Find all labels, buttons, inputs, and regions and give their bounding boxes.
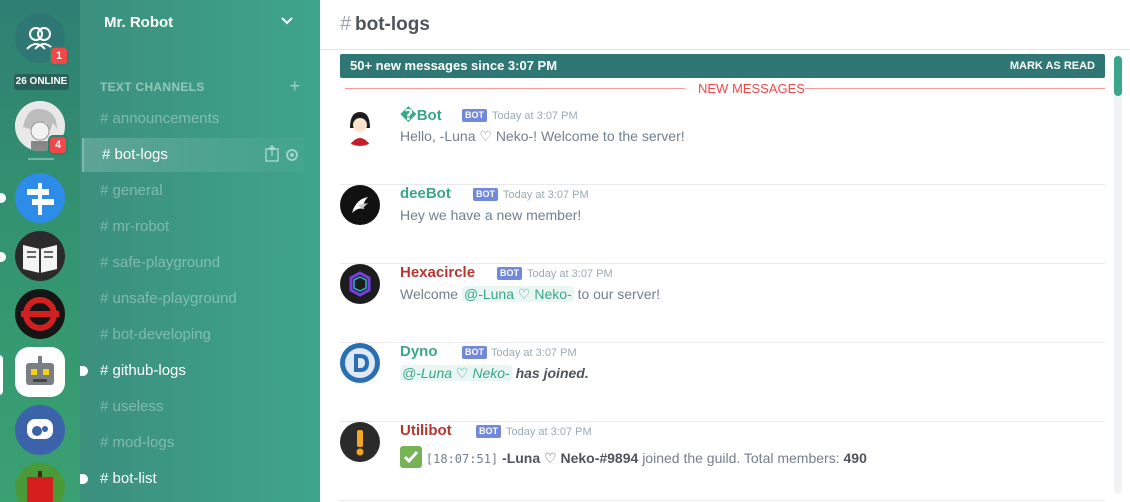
message-content: Hey we have a new member! <box>400 207 582 223</box>
avatar[interactable] <box>340 343 380 383</box>
channel-bot-developing[interactable]: # bot-developing <box>82 318 304 352</box>
mark-as-read-button[interactable]: MARK AS READ <box>1010 54 1095 78</box>
bot-tag: BOT <box>497 267 522 280</box>
bot-tag: BOT <box>462 346 487 359</box>
message-content: Welcome @-Luna ♡ Neko- to our server! <box>400 286 660 303</box>
chat-main: # bot-logs 50+ new messages since 3:07 P… <box>320 0 1130 502</box>
home-badge: 1 <box>51 48 67 64</box>
message: deeBot BOT Today at 3:07 PM Hey we have … <box>340 185 1105 264</box>
channel-label: # github-logs <box>100 362 186 379</box>
bot-tag: BOT <box>476 425 501 438</box>
channel-mod-logs[interactable]: # mod-logs <box>82 426 304 460</box>
discord-gear-server-icon[interactable] <box>15 405 65 455</box>
channel-header: # bot-logs <box>320 0 1130 50</box>
robot-server-icon[interactable] <box>15 347 65 397</box>
message-content: Hello, -Luna ♡ Neko-! Welcome to the ser… <box>400 128 685 144</box>
unread-pip <box>0 193 6 203</box>
message-timestamp: Today at 3:07 PM <box>492 110 578 122</box>
channel-bot-list[interactable]: # bot-list <box>80 462 304 496</box>
new-messages-divider: NEW MESSAGES <box>345 81 1105 96</box>
message-timestamp: Today at 3:07 PM <box>527 268 613 280</box>
apple-server-icon[interactable] <box>15 463 65 502</box>
message-timestamp: Today at 3:07 PM <box>491 347 577 359</box>
signpost-server-icon[interactable] <box>15 173 65 223</box>
log-time-code: [18:07:51] <box>425 452 499 466</box>
unread-indicator <box>80 474 88 484</box>
message: Utilibot BOT Today at 3:07 PM [18:07:51]… <box>340 422 1105 501</box>
online-count: 26 ONLINE <box>14 74 69 90</box>
check-mark-icon <box>400 446 422 471</box>
selected-server-pill <box>0 355 3 395</box>
message: Hexacircle BOT Today at 3:07 PM Welcome … <box>340 264 1105 343</box>
member-tag: -Luna ♡ Neko-#9894 <box>502 450 639 466</box>
message-timestamp: Today at 3:07 PM <box>503 189 589 201</box>
add-channel-button[interactable]: + <box>289 76 300 97</box>
avatar[interactable] <box>340 264 380 304</box>
channel-general[interactable]: # general <box>82 174 304 208</box>
message-author[interactable]: deeBot <box>400 185 451 202</box>
message-text: to our server! <box>577 286 661 302</box>
red-logo-server-icon[interactable] <box>15 289 65 339</box>
channel-sidebar: Mr. Robot TEXT CHANNELS + # announcement… <box>80 0 320 502</box>
new-messages-text: 50+ new messages since 3:07 PM <box>350 58 558 73</box>
channel-title: bot-logs <box>355 14 430 35</box>
user-mention[interactable]: @-Luna ♡ Neko- <box>461 286 574 302</box>
user-mention[interactable]: @-Luna ♡ Neko- <box>400 365 512 381</box>
channel-label: # bot-list <box>100 470 157 487</box>
unread-pip <box>0 252 6 262</box>
new-messages-label: NEW MESSAGES <box>692 81 811 96</box>
scrollbar[interactable] <box>1114 54 1122 494</box>
robot-badge: 4 <box>50 137 66 153</box>
category-text-channels[interactable]: TEXT CHANNELS <box>100 80 205 94</box>
message-content: @-Luna ♡ Neko- has joined. <box>400 365 589 382</box>
message-author[interactable]: Hexacircle <box>400 264 475 281</box>
message-text: Welcome <box>400 286 459 302</box>
bot-tag: BOT <box>462 109 487 122</box>
book-server-icon[interactable] <box>15 231 65 281</box>
channel-hash: # <box>340 13 352 35</box>
message-text: has joined. <box>515 365 589 381</box>
message-content: [18:07:51] -Luna ♡ Neko-#9894 joined the… <box>400 446 867 471</box>
avatar[interactable] <box>340 106 380 146</box>
message: �Bot BOT Today at 3:07 PM Hello, -Luna ♡… <box>340 106 1105 185</box>
chevron-down-icon[interactable] <box>280 14 294 33</box>
bot-tag: BOT <box>473 188 498 201</box>
channel-useless[interactable]: # useless <box>82 390 304 424</box>
message-author[interactable]: Utilibot <box>400 422 452 439</box>
avatar[interactable] <box>340 185 380 225</box>
message-timestamp: Today at 3:07 PM <box>506 426 592 438</box>
unread-indicator <box>80 366 88 376</box>
guild-name[interactable]: Mr. Robot <box>104 14 173 31</box>
channel-safe-playground[interactable]: # safe-playground <box>82 246 304 280</box>
message-author[interactable]: Dyno <box>400 343 438 360</box>
message-text: joined the guild. Total members: <box>642 450 840 466</box>
message-author[interactable]: �Bot <box>400 106 442 124</box>
avatar[interactable] <box>340 422 380 462</box>
channel-mr-robot[interactable]: # mr-robot <box>82 210 304 244</box>
member-count: 490 <box>843 450 867 466</box>
channel-unsafe-playground[interactable]: # unsafe-playground <box>82 282 304 316</box>
message: Dyno BOT Today at 3:07 PM @-Luna ♡ Neko-… <box>340 343 1105 422</box>
channel-announcements[interactable]: # announcements <box>82 102 304 136</box>
channel-label: # bot-logs <box>102 146 168 163</box>
channel-bot-logs[interactable]: # bot-logs <box>82 138 304 172</box>
channel-github-logs[interactable]: # github-logs <box>80 354 304 388</box>
server-rail: 1 26 ONLINE 4 <box>0 0 80 502</box>
scrollbar-thumb[interactable] <box>1114 56 1122 96</box>
new-messages-bar[interactable]: 50+ new messages since 3:07 PM MARK AS R… <box>340 54 1105 78</box>
rail-divider <box>28 158 54 160</box>
